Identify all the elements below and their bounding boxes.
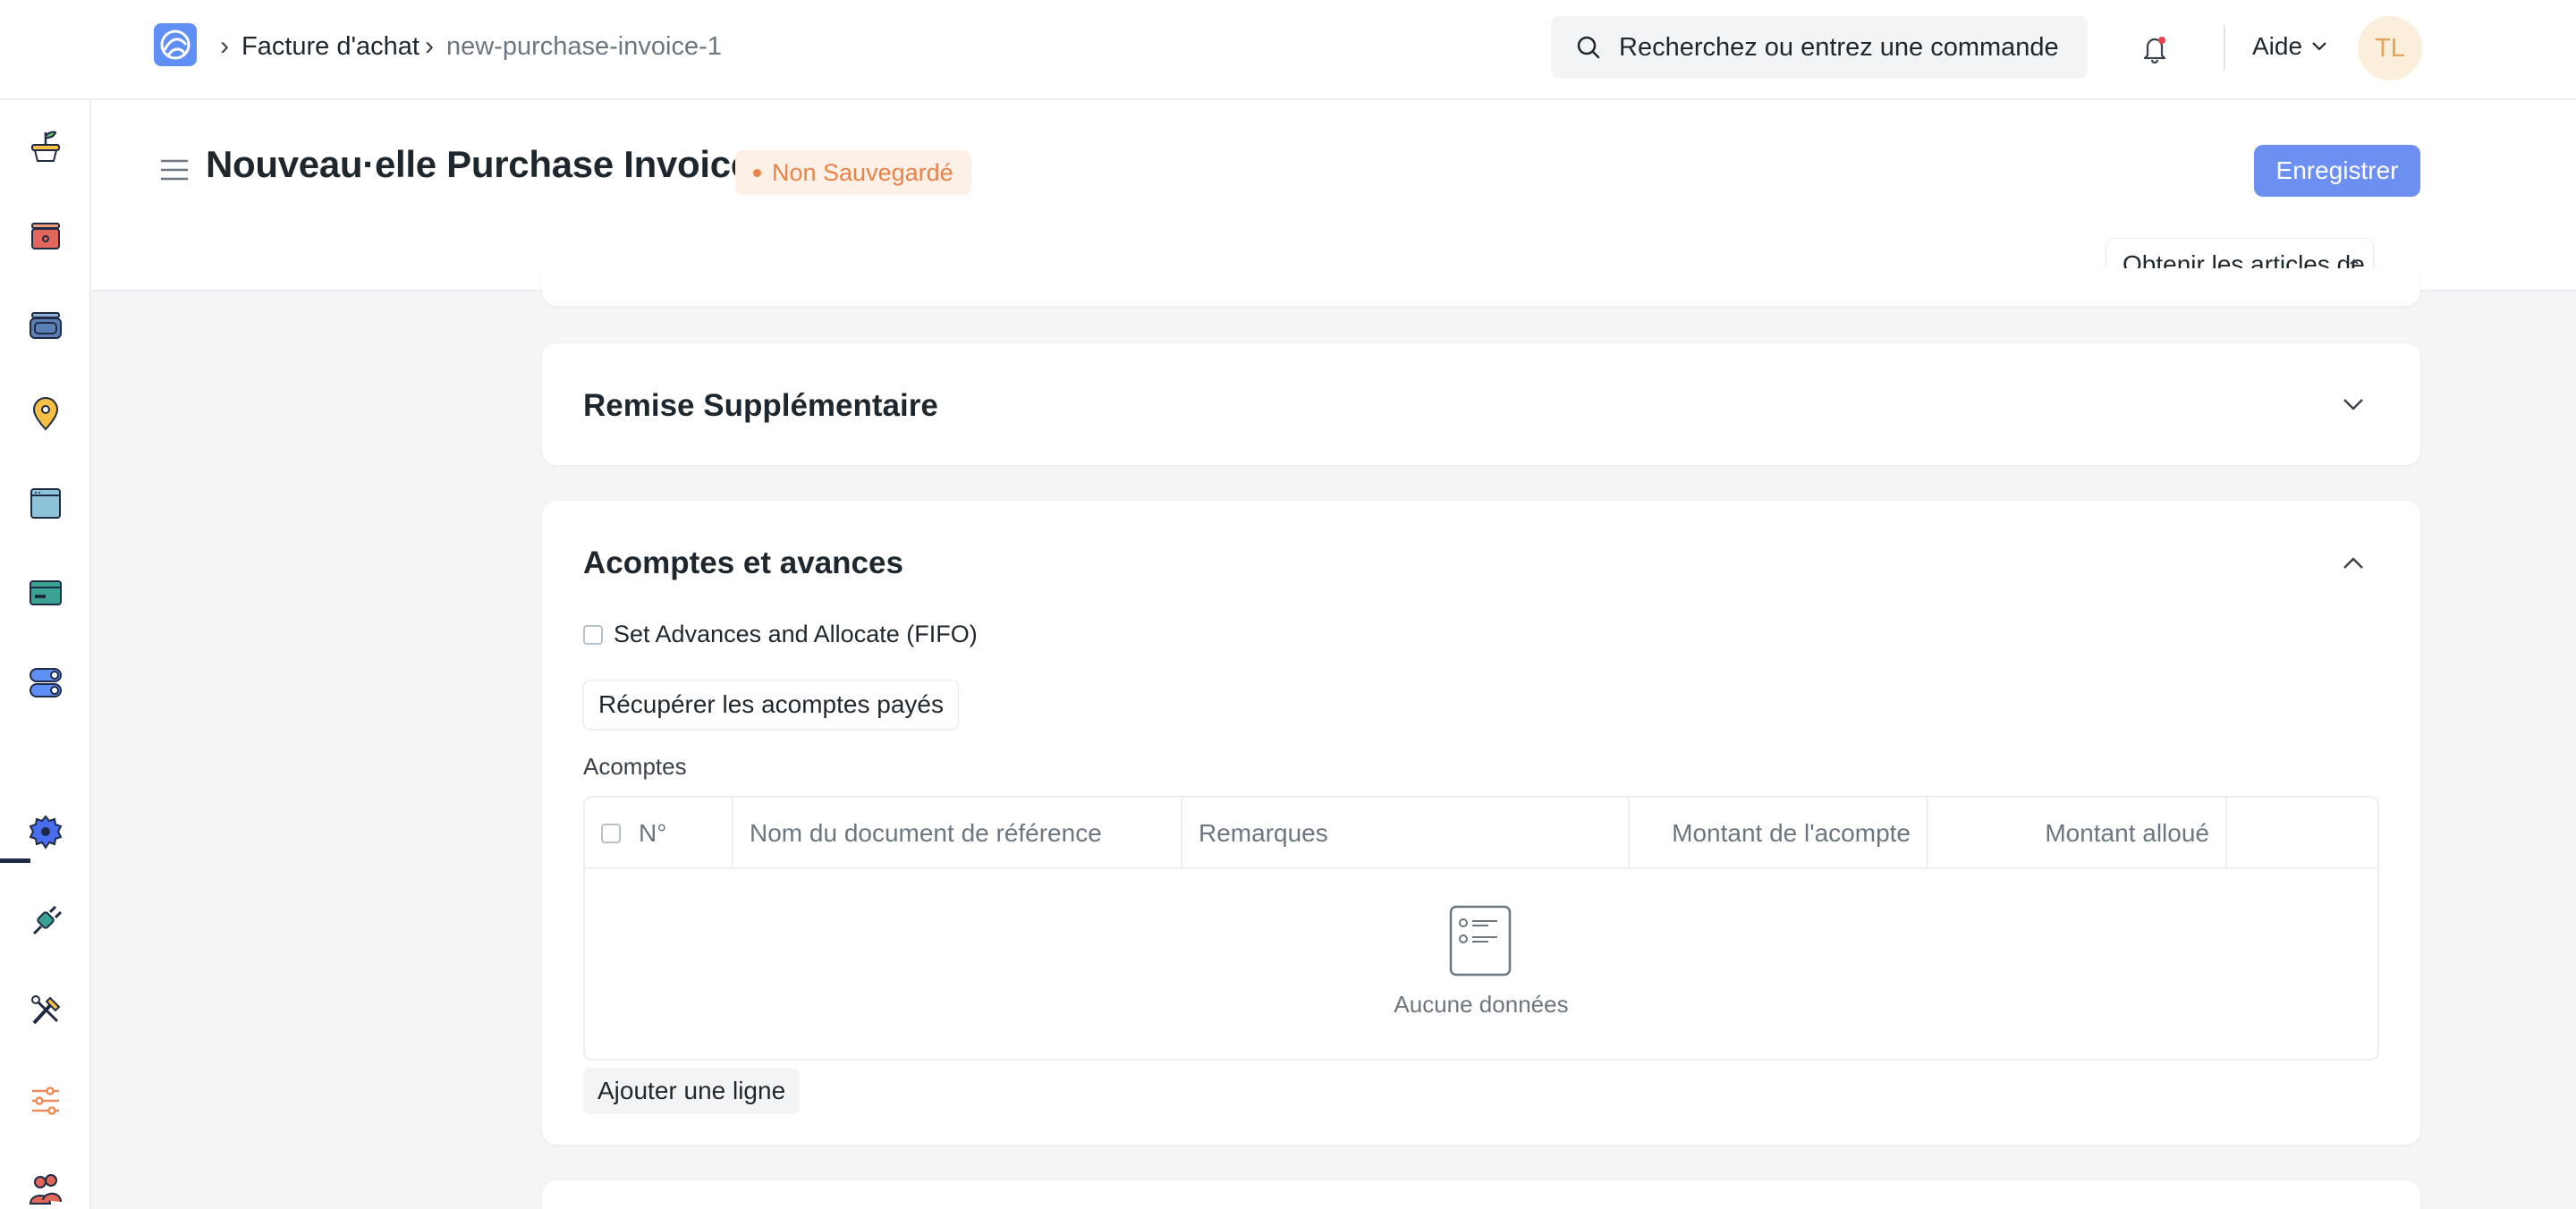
- sliders-icon[interactable]: [27, 1082, 64, 1120]
- next-section-card: [542, 1180, 2420, 1209]
- column-header-no: N°: [585, 798, 733, 869]
- breadcrumb: › Facture d'achat › new-purchase-invoice…: [215, 29, 722, 64]
- nav-divider: [2224, 25, 2225, 70]
- help-label: Aide: [2252, 32, 2303, 60]
- set-advances-label: Set Advances and Allocate (FIFO): [614, 621, 978, 647]
- chevron-down-icon: [2312, 42, 2326, 51]
- advances-table: N° Nom du document de référence Remarque…: [583, 796, 2379, 1061]
- advances-section: Acomptes et avances Set Advances and All…: [542, 501, 2420, 1145]
- browser-window-icon[interactable]: [27, 485, 64, 522]
- wallet-icon[interactable]: [27, 306, 64, 343]
- additional-discount-section[interactable]: Remise Supplémentaire: [542, 343, 2420, 465]
- column-header-advance-amount: Montant de l'acompte: [1630, 798, 1928, 869]
- help-dropdown[interactable]: Aide: [2252, 32, 2327, 61]
- column-header-allocated-amount: Montant alloué: [1928, 798, 2227, 869]
- menu-icon[interactable]: [159, 157, 190, 182]
- page-header: Nouveau·elle Purchase Invoice Non Sauveg…: [91, 100, 2576, 292]
- top-navbar: › Facture d'achat › new-purchase-invoice…: [0, 0, 2576, 100]
- empty-state-text: Aucune données: [1394, 991, 1569, 1018]
- sidebar-divider: [0, 858, 30, 863]
- column-header-actions: [2227, 798, 2377, 869]
- avatar[interactable]: TL: [2358, 16, 2422, 80]
- status-label: Non Sauvegardé: [772, 158, 953, 186]
- breadcrumb-item-current: new-purchase-invoice-1: [445, 31, 722, 61]
- empty-state: Aucune données: [585, 869, 2377, 1059]
- get-advances-button[interactable]: Récupérer les acomptes payés: [583, 680, 959, 730]
- plant-pot-icon[interactable]: [27, 127, 64, 165]
- card-icon[interactable]: [27, 574, 64, 612]
- status-badge: Non Sauvegardé: [735, 150, 971, 195]
- chevron-down-icon[interactable]: [2342, 397, 2365, 411]
- search-placeholder: Recherchez ou entrez une commande: [1619, 32, 2059, 62]
- shopping-bag-icon[interactable]: [27, 216, 64, 254]
- set-advances-checkbox-row[interactable]: Set Advances and Allocate (FIFO): [583, 621, 978, 648]
- search-input[interactable]: Recherchez ou entrez une commande: [1551, 16, 2088, 79]
- gear-icon[interactable]: [27, 814, 64, 851]
- chevron-right-icon: ›: [220, 31, 229, 61]
- table-header: N° Nom du document de référence Remarque…: [585, 798, 2377, 869]
- tools-icon[interactable]: [27, 993, 64, 1030]
- page-title: Nouveau·elle Purchase Invoice: [206, 143, 751, 185]
- chevron-up-icon[interactable]: [2342, 556, 2365, 571]
- notification-bell-icon[interactable]: [2140, 32, 2170, 64]
- empty-list-icon: [1449, 905, 1512, 976]
- toggle-settings-icon[interactable]: [27, 664, 64, 701]
- select-all-checkbox[interactable]: [601, 824, 621, 843]
- sidebar: [0, 100, 91, 1209]
- users-icon[interactable]: [27, 1170, 64, 1207]
- column-header-reference-name: Nom du document de référence: [733, 798, 1182, 869]
- add-row-button[interactable]: Ajouter une ligne: [583, 1068, 801, 1114]
- save-button[interactable]: Enregistrer: [2254, 145, 2420, 197]
- status-dot-icon: [753, 168, 761, 177]
- plug-icon[interactable]: [27, 903, 64, 941]
- section-title: Remise Supplémentaire: [583, 388, 938, 423]
- previous-section-card: [542, 268, 2420, 306]
- section-title: Acomptes et avances: [583, 545, 903, 580]
- set-advances-checkbox[interactable]: [583, 624, 603, 645]
- app-logo-icon[interactable]: [154, 23, 197, 66]
- advances-table-label: Acomptes: [583, 753, 687, 780]
- column-header-remarks: Remarques: [1182, 798, 1630, 869]
- breadcrumb-item-purchase-invoice[interactable]: Facture d'achat: [242, 32, 419, 62]
- location-pin-icon[interactable]: [27, 395, 64, 433]
- search-icon: [1577, 36, 1600, 59]
- chevron-right-icon: ›: [424, 31, 434, 61]
